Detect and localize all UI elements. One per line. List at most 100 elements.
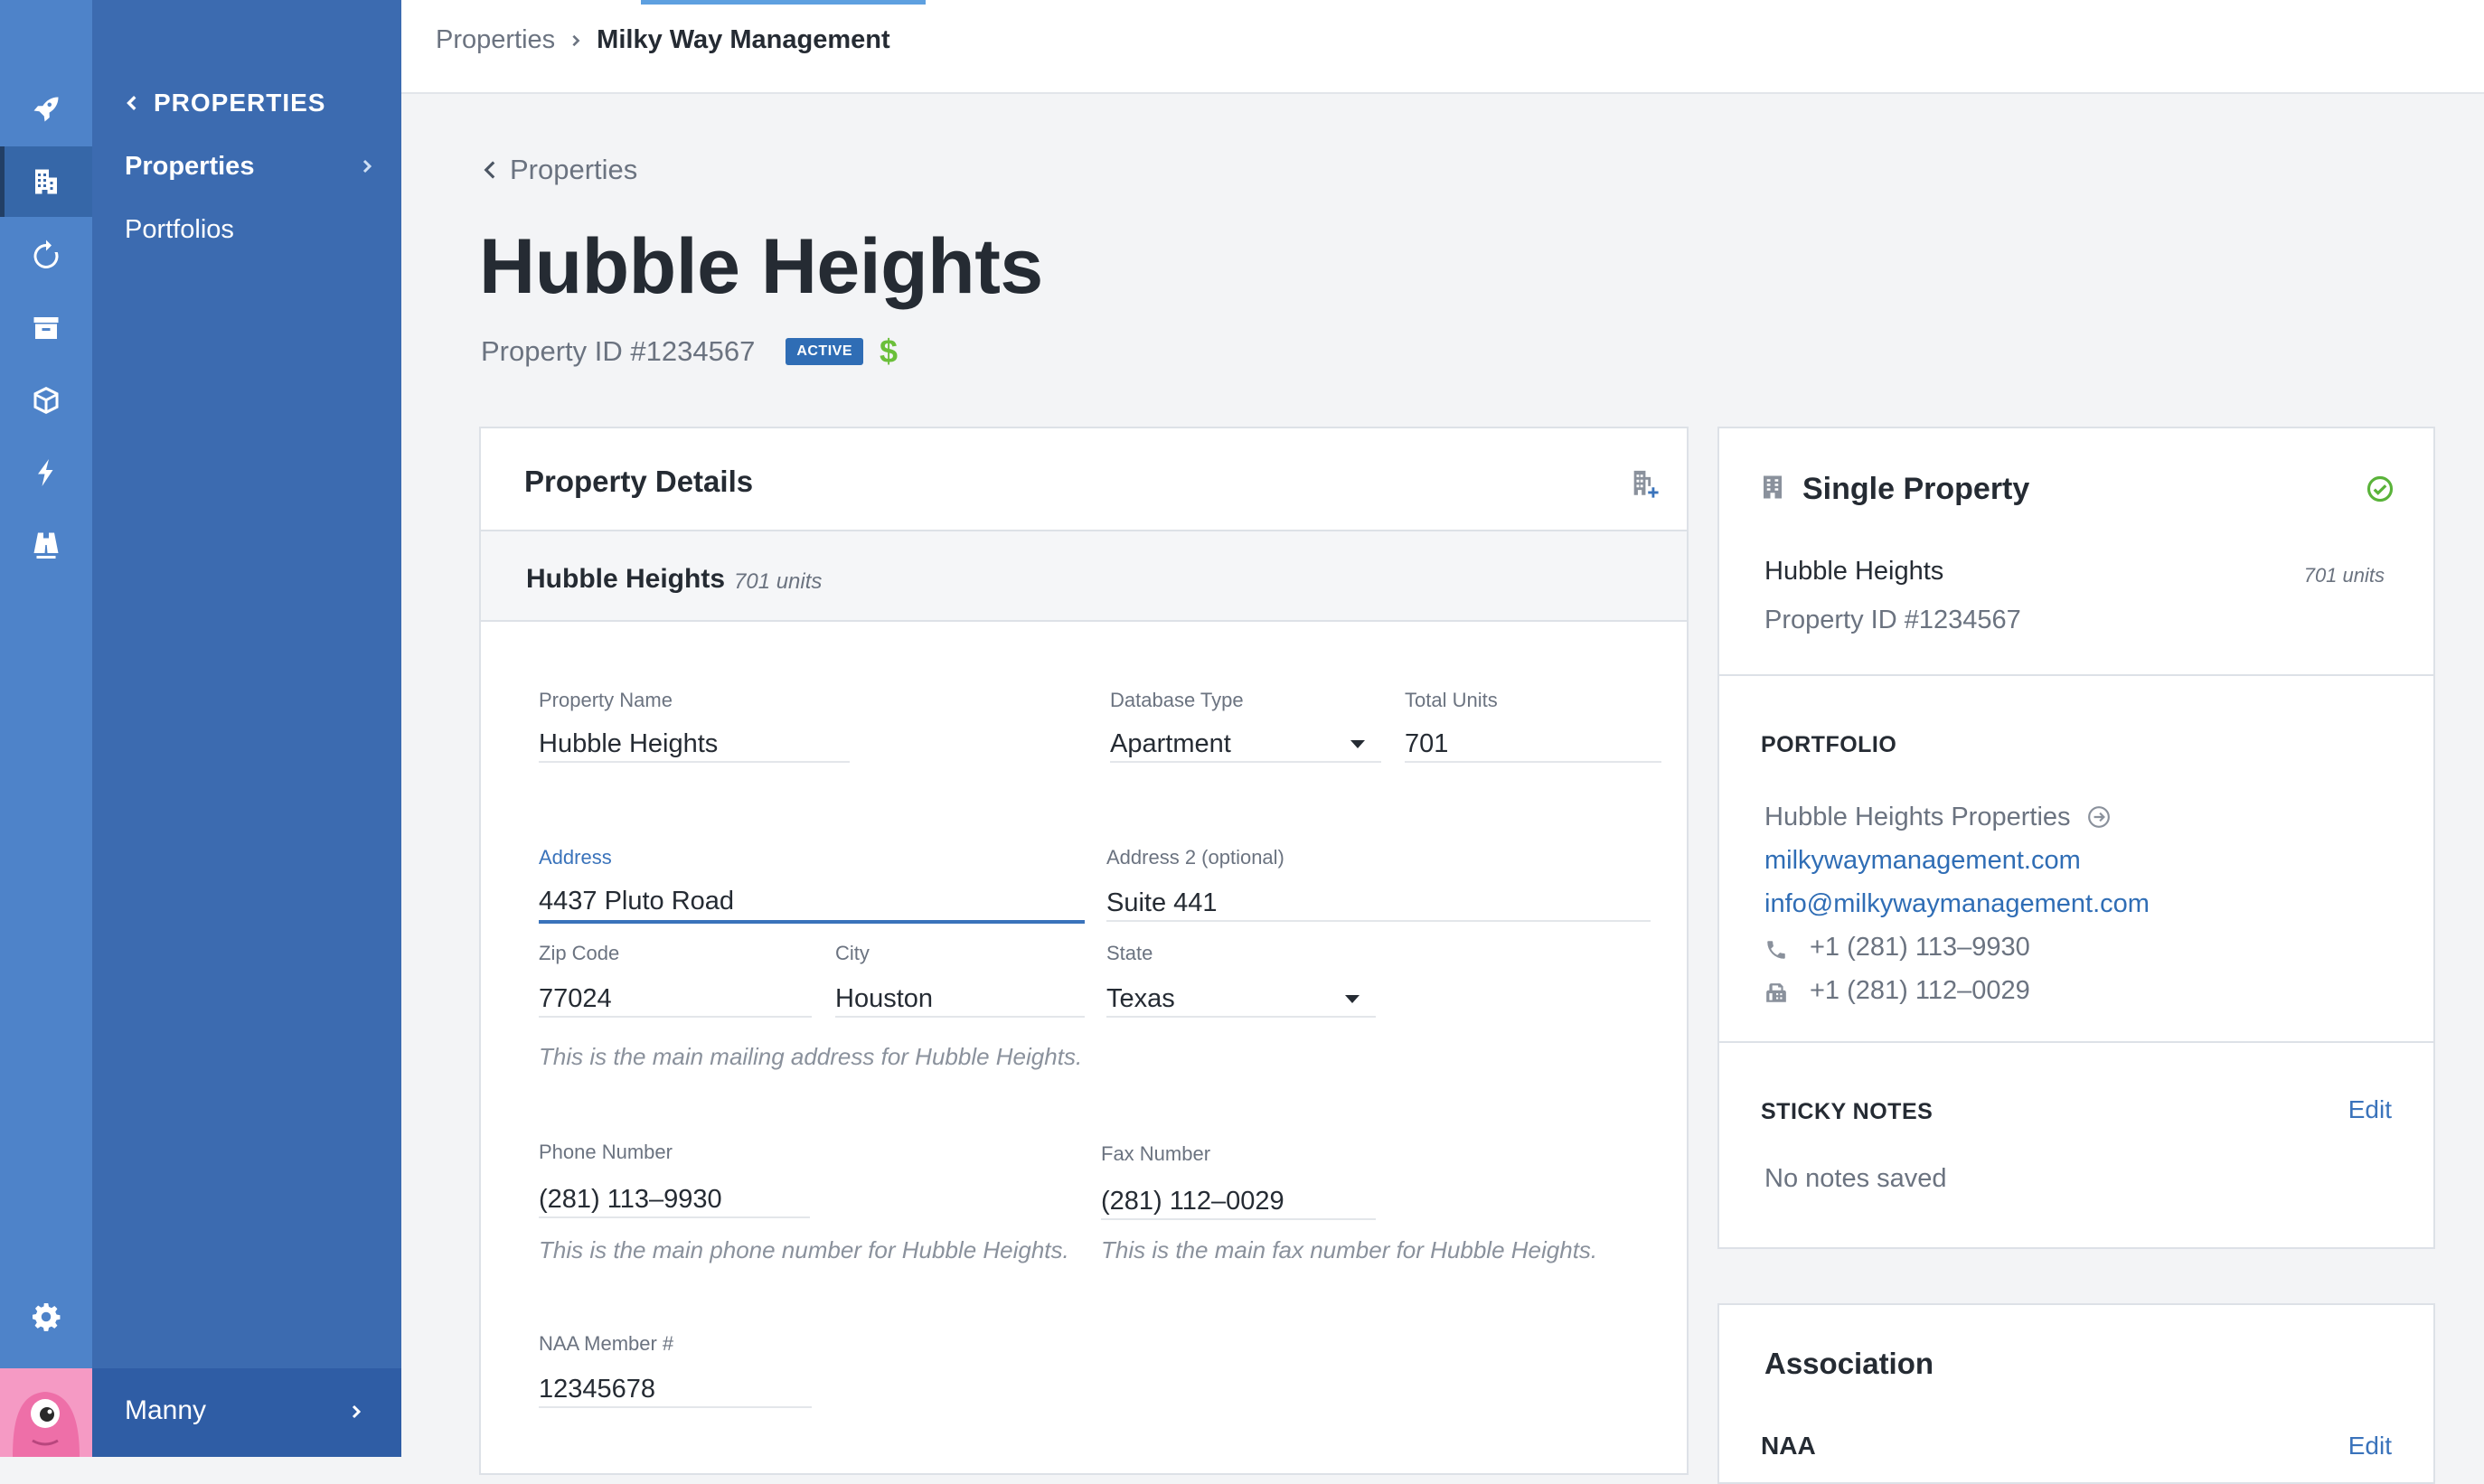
- breadcrumb-properties[interactable]: Properties: [436, 25, 555, 55]
- field-value: 701: [1405, 729, 1449, 758]
- back-to-properties-link[interactable]: Properties: [481, 154, 637, 186]
- binoculars-icon: [33, 532, 59, 559]
- field-label: Total Units: [1405, 689, 1498, 711]
- field-underline: [1106, 920, 1651, 922]
- field-underline: [1101, 1218, 1376, 1220]
- dollar-icon: $: [879, 333, 899, 370]
- sticky-notes-section: STICKY NOTES Edit No notes saved: [1719, 1043, 2433, 1247]
- phone-hint: This is the main phone number for Hubble…: [539, 1236, 1069, 1263]
- portfolio-label: PORTFOLIO: [1761, 732, 1897, 757]
- nav-item-label: Properties: [125, 151, 255, 181]
- field-label: City: [835, 942, 870, 964]
- fax-number-field[interactable]: Fax Number (281) 112–0029: [1101, 1142, 1376, 1220]
- field-value: (281) 113–9930: [539, 1185, 722, 1214]
- property-id: Property ID #1234567: [481, 335, 756, 367]
- field-label: Phone Number: [539, 1141, 673, 1163]
- field-label: Property Name: [539, 689, 673, 711]
- nav-back-link[interactable]: PROPERTIES: [125, 87, 325, 119]
- address-field[interactable]: Address 4437 Pluto Road: [539, 846, 1085, 924]
- property-summary-row: Hubble Heights 701 units: [481, 531, 1687, 622]
- user-menu[interactable]: Manny: [0, 1368, 401, 1457]
- field-label: Address: [539, 846, 612, 869]
- field-underline: [1110, 761, 1381, 763]
- portfolio-phone: +1 (281) 113–9930: [1810, 933, 2030, 962]
- portfolio-website-link[interactable]: milkywaymanagement.com: [1764, 846, 2081, 876]
- field-underline: [1106, 1016, 1376, 1018]
- address2-field[interactable]: Address 2 (optional) Suite 441: [1106, 846, 1651, 922]
- rail-binoculars[interactable]: [0, 510, 92, 580]
- property-details-card: Property Details Hubble Heights 701 unit…: [479, 427, 1689, 1475]
- single-property-name: Hubble Heights: [1764, 557, 1944, 586]
- field-value: Suite 441: [1106, 888, 1218, 917]
- portfolio-email-link[interactable]: info@milkywaymanagement.com: [1764, 889, 2150, 919]
- nav-item-portfolios[interactable]: Portfolios: [125, 207, 374, 252]
- database-type-select[interactable]: Database Type Apartment: [1110, 689, 1381, 763]
- icon-rail: [0, 0, 92, 1457]
- single-property-section: Single Property Hubble Heights 701 units…: [1719, 428, 2433, 676]
- association-edit-link[interactable]: Edit: [2348, 1432, 2392, 1461]
- field-value: 4437 Pluto Road: [539, 887, 735, 916]
- cube-icon: [33, 387, 59, 414]
- field-label: Database Type: [1110, 689, 1244, 711]
- field-underline: [835, 1016, 1085, 1018]
- field-label: Fax Number: [1101, 1142, 1211, 1165]
- field-label: State: [1106, 942, 1153, 964]
- field-underline: [539, 761, 850, 763]
- monster-avatar-icon: [0, 1368, 92, 1457]
- rail-properties[interactable]: [0, 146, 92, 217]
- building-icon: [1764, 475, 1782, 499]
- rail-cube[interactable]: [0, 365, 92, 436]
- sticky-notes-edit-link[interactable]: Edit: [2348, 1095, 2392, 1124]
- card-title: Property Details: [524, 465, 754, 498]
- status-badge: ACTIVE: [786, 338, 863, 365]
- chevron-right-icon: [362, 159, 372, 174]
- archive-box-icon: [33, 317, 59, 339]
- fax-icon: [1766, 983, 1786, 1002]
- zip-code-field[interactable]: Zip Code 77024: [539, 942, 812, 1018]
- check-circle-icon: [2366, 475, 2394, 502]
- lightning-icon: [38, 459, 53, 486]
- field-value: 12345678: [539, 1375, 656, 1404]
- single-property-card: Single Property Hubble Heights 701 units…: [1717, 427, 2435, 1249]
- top-bar: Properties Milky Way Management: [401, 0, 2484, 94]
- field-underline: [539, 920, 1085, 924]
- back-link-label: Properties: [510, 154, 638, 185]
- building-icon: [35, 169, 57, 194]
- total-units-field[interactable]: Total Units 701: [1405, 689, 1661, 763]
- avatar: [0, 1368, 92, 1457]
- sub-navigation: PROPERTIES Properties Portfolios: [92, 0, 401, 1457]
- field-underline: [539, 1216, 810, 1218]
- chevron-right-icon: [572, 34, 580, 46]
- association-name: NAA: [1761, 1432, 1816, 1460]
- user-name: Manny: [125, 1395, 207, 1425]
- city-field[interactable]: City Houston: [835, 942, 1085, 1018]
- single-property-units: 701 units: [2303, 564, 2385, 587]
- field-label: NAA Member #: [539, 1332, 674, 1355]
- field-underline: [539, 1406, 812, 1408]
- rail-settings[interactable]: [0, 1282, 92, 1352]
- single-property-title: Single Property: [1802, 472, 2030, 506]
- field-label: Zip Code: [539, 942, 620, 964]
- arrow-circle-right-icon: [2087, 806, 2110, 828]
- field-underline: [539, 1016, 812, 1018]
- rail-rocket[interactable]: [0, 74, 92, 145]
- refresh-icon: [33, 240, 59, 268]
- portfolio-fax: +1 (281) 112–0029: [1810, 976, 2030, 1005]
- gear-icon: [33, 1303, 61, 1331]
- property-name-field[interactable]: Property Name Hubble Heights: [539, 689, 850, 763]
- portfolio-name-link[interactable]: Hubble Heights Properties: [1764, 803, 2111, 832]
- field-label: Address 2 (optional): [1106, 846, 1284, 869]
- breadcrumb-current: Milky Way Management: [597, 25, 890, 54]
- rail-lightning[interactable]: [0, 437, 92, 508]
- add-building-icon[interactable]: [1629, 468, 1660, 499]
- portfolio-name: Hubble Heights Properties: [1764, 803, 2071, 831]
- phone-number-field[interactable]: Phone Number (281) 113–9930: [539, 1141, 810, 1218]
- naa-member-field[interactable]: NAA Member # 12345678: [539, 1332, 812, 1408]
- sticky-notes-empty: No notes saved: [1764, 1164, 1947, 1193]
- rail-archive[interactable]: [0, 293, 92, 363]
- page-subtitle: Property ID #1234567 ACTIVE $: [481, 333, 898, 371]
- fax-hint: This is the main fax number for Hubble H…: [1101, 1236, 1598, 1263]
- state-select[interactable]: State Texas: [1106, 942, 1376, 1018]
- nav-item-properties[interactable]: Properties: [125, 144, 374, 189]
- rail-refresh[interactable]: [0, 220, 92, 290]
